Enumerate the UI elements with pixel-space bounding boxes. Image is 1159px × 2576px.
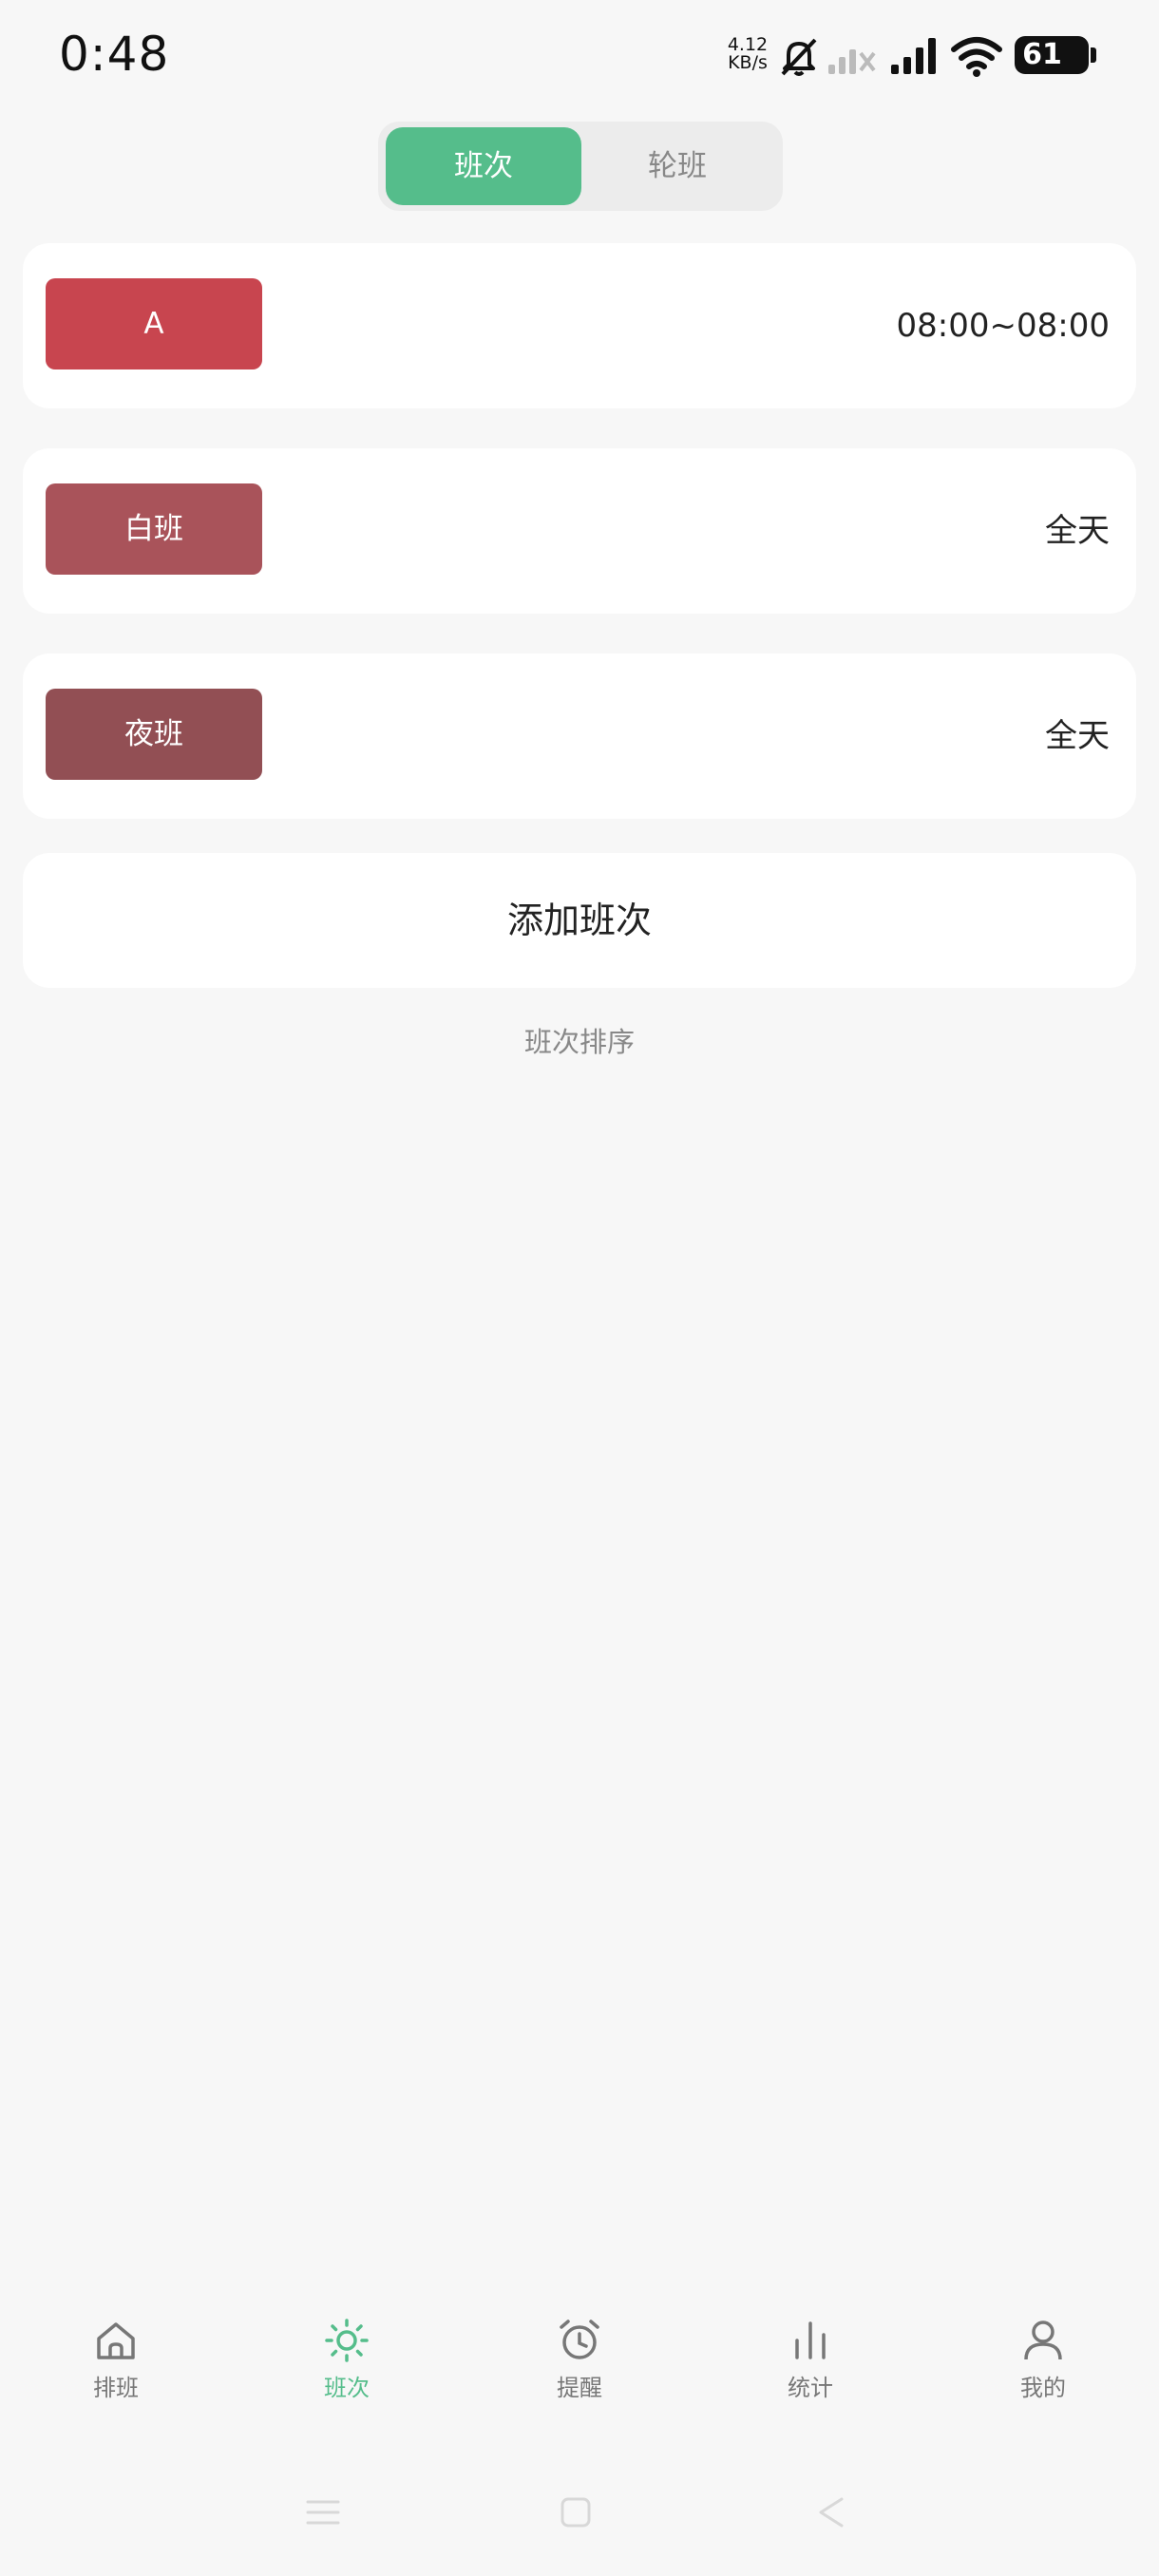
tab-switcher: 班次 轮班: [378, 122, 783, 211]
sort-shifts-link[interactable]: 班次排序: [0, 1020, 1159, 1060]
shift-card-day[interactable]: 白班 全天: [23, 448, 1136, 614]
shift-badge: 夜班: [46, 689, 262, 780]
tab-rotation[interactable]: 轮班: [580, 127, 775, 205]
person-icon: [1024, 2320, 1062, 2360]
nav-item-shifts[interactable]: 班次: [271, 2318, 423, 2402]
home-icon: [97, 2322, 135, 2359]
battery-cap: [1091, 47, 1096, 63]
nav-item-stats[interactable]: 统计: [734, 2318, 886, 2402]
screen: 0:48 4.12 KB/s 61 班次 轮班 A 08:00~08:00 白班…: [0, 0, 1159, 2576]
system-nav-bar: [0, 2470, 1159, 2555]
home-square-icon[interactable]: [559, 2496, 593, 2529]
nav-label: 我的: [1020, 2375, 1066, 2401]
sun-icon: [325, 2319, 369, 2362]
battery-level: 61: [1022, 38, 1062, 71]
nav-label: 排班: [93, 2375, 139, 2401]
nav-label: 班次: [324, 2375, 370, 2401]
add-shift-button[interactable]: 添加班次: [23, 853, 1136, 988]
bell-muted-icon: [781, 38, 817, 76]
shift-badge: A: [46, 278, 262, 369]
network-speed-unit: KB/s: [728, 52, 768, 73]
shift-time: 全天: [1045, 717, 1110, 755]
network-speed: 4.12 KB/s: [724, 36, 771, 72]
nav-item-schedule[interactable]: 排班: [40, 2318, 192, 2402]
wifi-icon: [951, 37, 1002, 77]
signal-sim1-icon: [891, 38, 936, 74]
nav-label: 统计: [788, 2375, 833, 2401]
menu-icon[interactable]: [304, 2496, 342, 2529]
shift-badge: 白班: [46, 483, 262, 575]
alarm-clock-icon: [560, 2320, 599, 2359]
shift-card-a[interactable]: A 08:00~08:00: [23, 243, 1136, 408]
shift-card-night[interactable]: 夜班 全天: [23, 653, 1136, 819]
nav-item-profile[interactable]: 我的: [967, 2318, 1119, 2402]
nav-label: 提醒: [557, 2375, 602, 2401]
battery-indicator: 61: [1015, 36, 1089, 74]
bottom-nav: 排班 班次 提醒 统计 我的: [0, 2318, 1159, 2441]
signal-sim2-icon: [828, 49, 876, 74]
status-time: 0:48: [59, 27, 170, 82]
back-icon[interactable]: [813, 2496, 847, 2529]
shift-time: 全天: [1045, 512, 1110, 550]
shift-time: 08:00~08:00: [896, 307, 1110, 345]
tab-shifts[interactable]: 班次: [386, 127, 581, 205]
bar-chart-icon: [795, 2321, 826, 2359]
status-bar: 0:48 4.12 KB/s 61: [0, 0, 1159, 114]
nav-item-reminders[interactable]: 提醒: [504, 2318, 656, 2402]
